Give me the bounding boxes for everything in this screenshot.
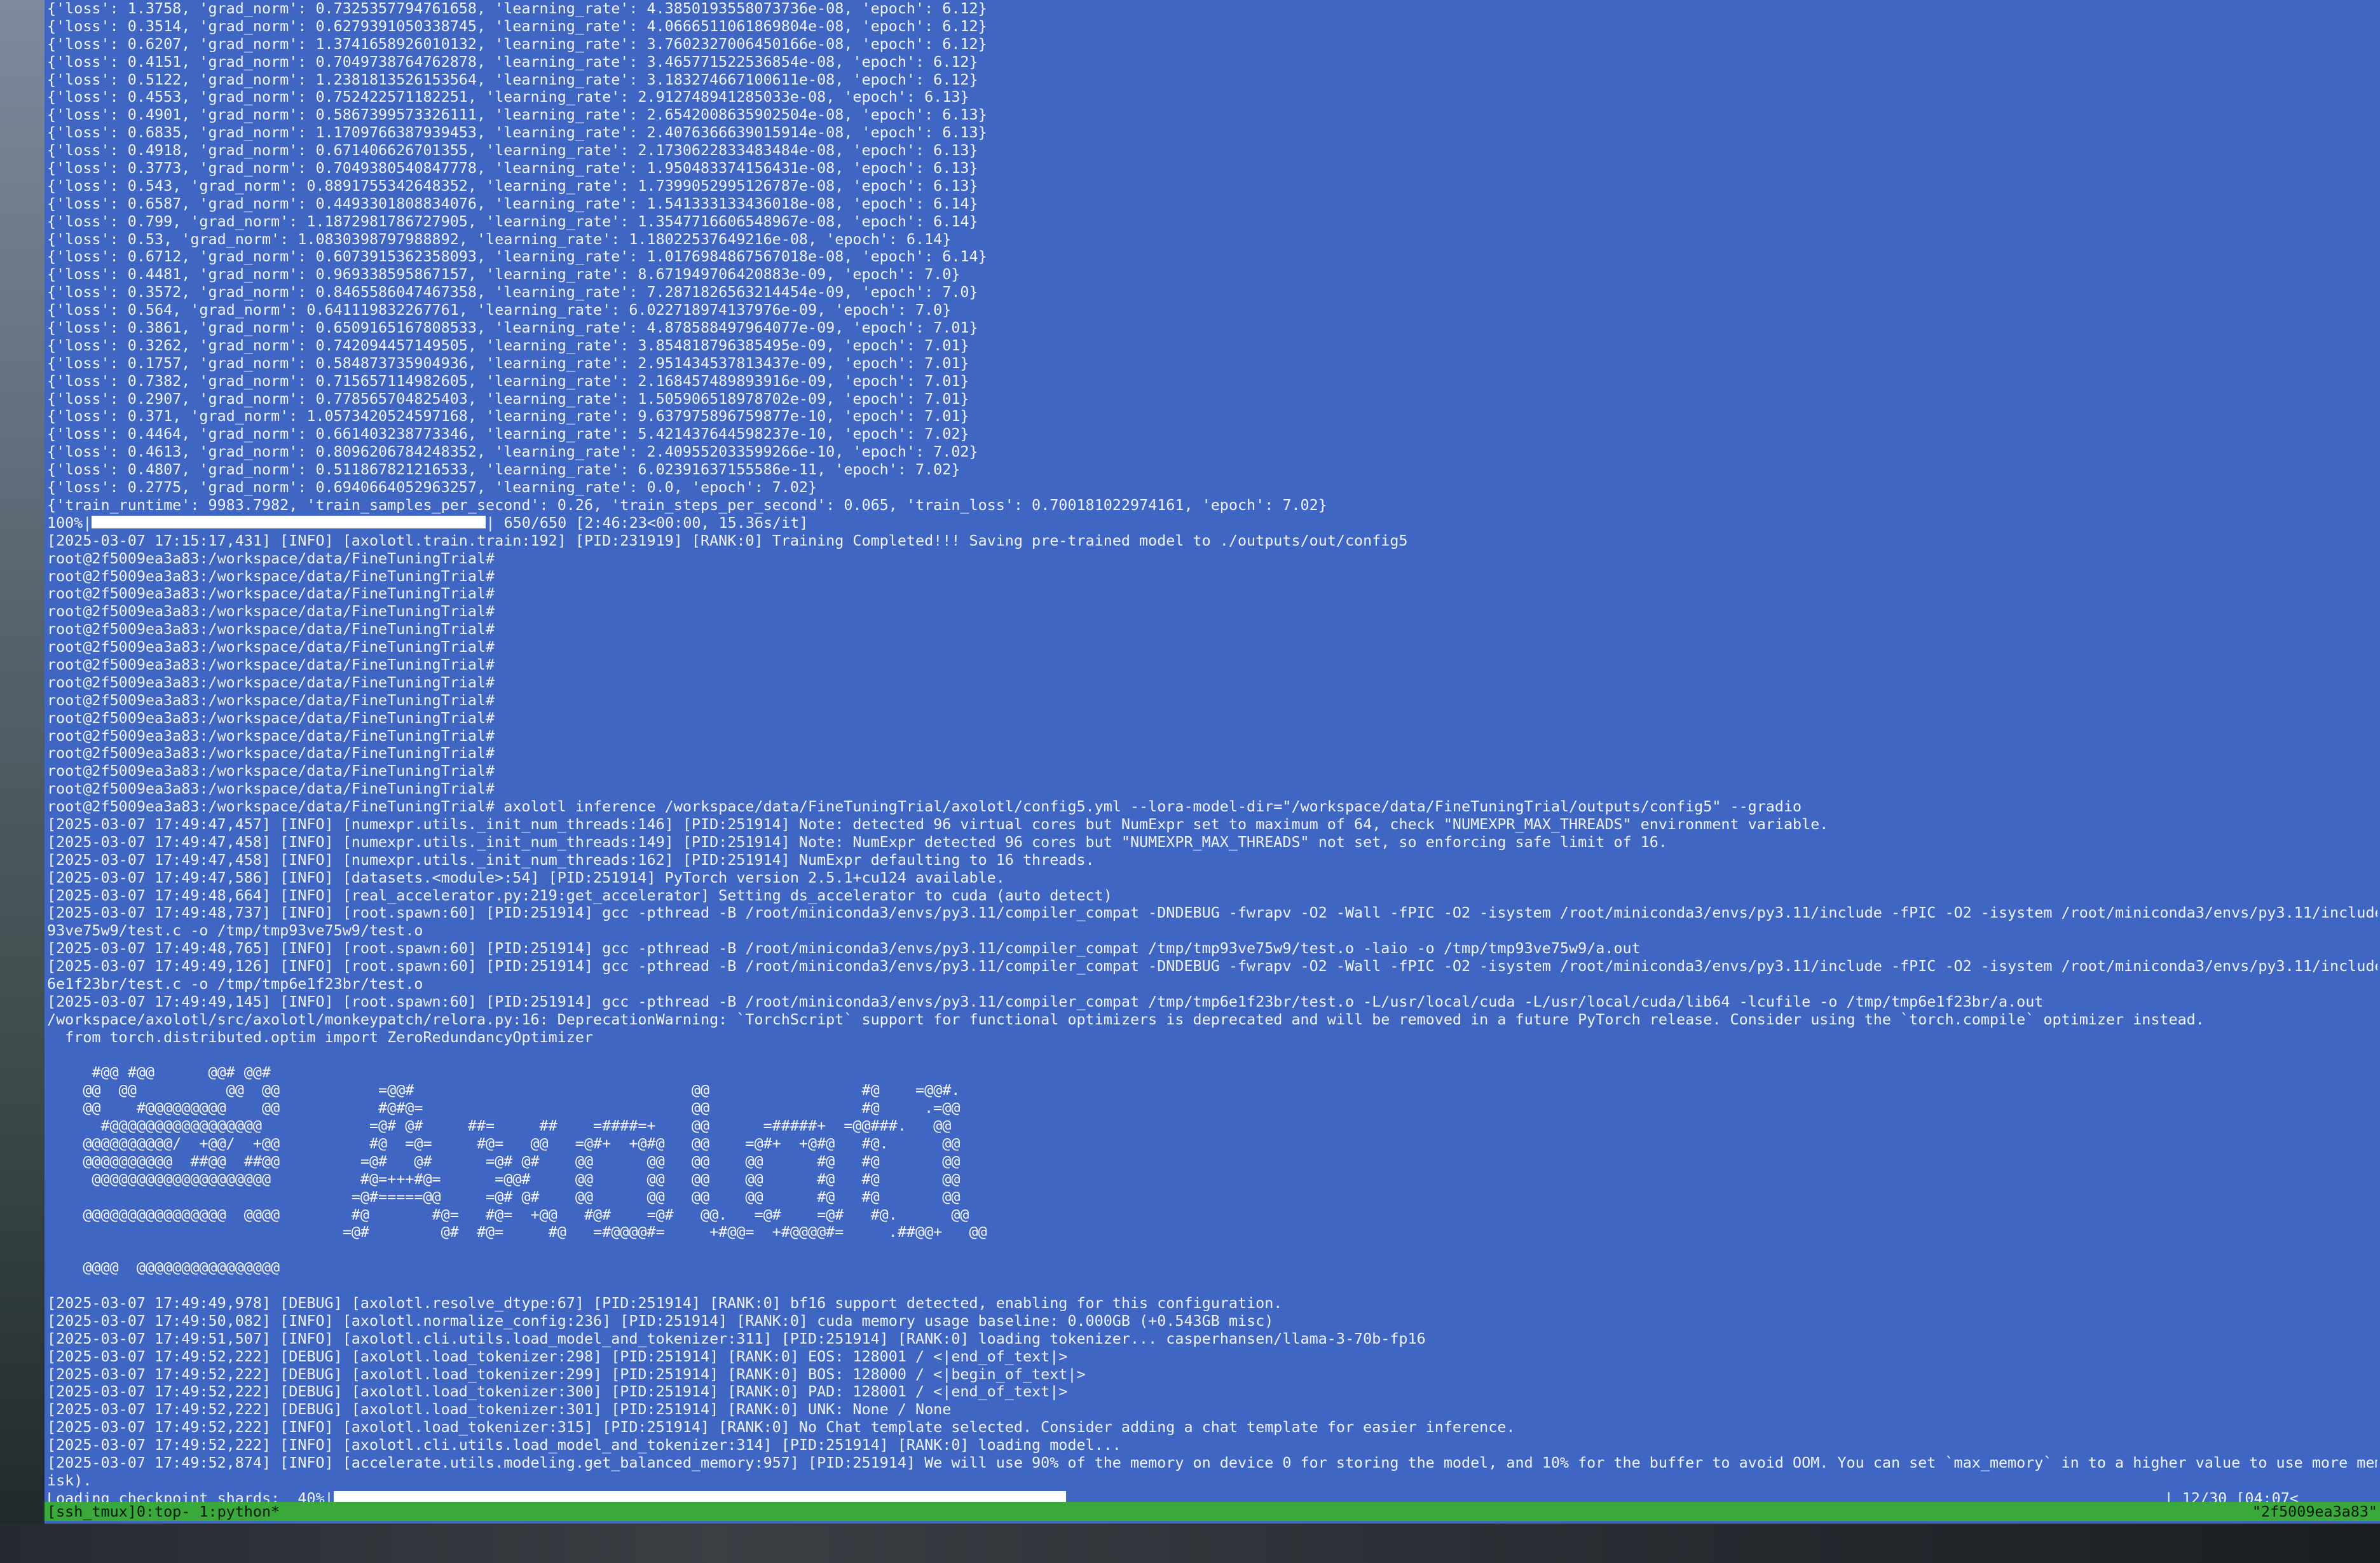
terminal-line: root@2f5009ea3a83:/workspace/data/FineTu… <box>47 673 495 691</box>
terminal-line: {'loss': 0.4613, 'grad_norm': 0.80962067… <box>47 443 978 461</box>
terminal-line: [2025-03-07 17:49:49,126] [INFO] [root.s… <box>47 958 2377 975</box>
terminal-line: root@2f5009ea3a83:/workspace/data/FineTu… <box>47 549 495 567</box>
terminal-line: {'loss': 0.2907, 'grad_norm': 0.77856570… <box>47 390 969 408</box>
desktop-background-bottom <box>0 1524 2380 1563</box>
terminal-line: root@2f5009ea3a83:/workspace/data/FineTu… <box>47 691 495 709</box>
terminal-line: 6e1f23br/test.c -o /tmp/tmp6e1f23br/test… <box>47 975 423 993</box>
terminal-line: root@2f5009ea3a83:/workspace/data/FineTu… <box>47 638 495 656</box>
training-progress-suffix: | 650/650 [2:46:23<00:00, 15.36s/it] <box>486 514 809 532</box>
terminal-line: [2025-03-07 17:49:52,874] [INFO] [accele… <box>47 1454 2377 1472</box>
terminal-line: root@2f5009ea3a83:/workspace/data/FineTu… <box>47 780 495 798</box>
training-progress-bar <box>92 516 486 529</box>
terminal-line: @@ @@ @@ @@ =@@# @@ #@ =@@#. <box>47 1082 961 1099</box>
terminal-line: [2025-03-07 17:49:52,222] [DEBUG] [axolo… <box>47 1347 1068 1365</box>
terminal-line: {'loss': 0.3572, 'grad_norm': 0.84655860… <box>47 284 978 301</box>
terminal-line: {'loss': 0.5122, 'grad_norm': 1.23818135… <box>47 71 978 88</box>
terminal-line: {'loss': 0.799, 'grad_norm': 1.187298178… <box>47 212 978 230</box>
terminal-line: {'loss': 1.3758, 'grad_norm': 0.73253577… <box>47 0 987 17</box>
terminal-line: {'loss': 0.4481, 'grad_norm': 0.96933859… <box>47 266 961 284</box>
terminal-line: isk). <box>47 1471 92 1489</box>
terminal-line: [2025-03-07 17:49:52,222] [INFO] [axolot… <box>47 1436 1121 1454</box>
terminal-line: @@@@@@@@@@@@@@@@ @@@@ #@ #@= #@= +@@ #@#… <box>47 1206 969 1223</box>
terminal-line: #@@@@@@@@@@@@@@@@@ =@# @# ##= ## =####=+… <box>47 1117 952 1135</box>
training-progress-prefix: 100%| <box>47 514 92 532</box>
terminal-line: [2025-03-07 17:49:50,082] [INFO] [axolot… <box>47 1312 1274 1330</box>
desktop-background <box>0 0 44 1563</box>
terminal-line: @@@@@@@@@@@@@@@@@@@@ #@=+++#@= =@@# @@ @… <box>47 1170 961 1188</box>
checkpoint-loading-progress-suffix: | 12/30 [04:07< <box>2164 1489 2299 1503</box>
terminal-line: [2025-03-07 17:49:47,458] [INFO] [numexp… <box>47 833 1667 851</box>
terminal-line: @@@@@@@@@@/ +@@/ +@@ #@ =@= #@= @@ =@#+ … <box>47 1135 961 1152</box>
terminal-line: @@@@ @@@@@@@@@@@@@@@@ <box>47 1259 280 1277</box>
terminal-line: {'loss': 0.4918, 'grad_norm': 0.67140662… <box>47 142 978 160</box>
terminal-line: [2025-03-07 17:49:48,664] [INFO] [real_a… <box>47 886 1112 904</box>
terminal-line: {'loss': 0.4901, 'grad_norm': 0.58673995… <box>47 106 987 124</box>
terminal-line: root@2f5009ea3a83:/workspace/data/FineTu… <box>47 603 495 621</box>
terminal-line: root@2f5009ea3a83:/workspace/data/FineTu… <box>47 656 495 673</box>
terminal-line: {'loss': 0.6835, 'grad_norm': 1.17097663… <box>47 124 987 142</box>
terminal-line: [2025-03-07 17:49:48,765] [INFO] [root.s… <box>47 940 1641 958</box>
checkpoint-loading-progress-prefix: Loading checkpoint shards: 40%| <box>47 1489 334 1503</box>
terminal-line: {'loss': 0.371, 'grad_norm': 1.057342052… <box>47 408 969 425</box>
terminal-line: {'train_runtime': 9983.7982, 'train_samp… <box>47 496 1327 514</box>
terminal-line: =@#=====@@ =@# @# @@ @@ @@ @@ #@ #@ @@ <box>47 1188 961 1206</box>
terminal-line: {'loss': 0.7382, 'grad_norm': 0.71565711… <box>47 372 969 390</box>
terminal-line: [2025-03-07 17:49:52,222] [DEBUG] [axolo… <box>47 1401 952 1419</box>
terminal-line: {'loss': 0.564, 'grad_norm': 0.641119832… <box>47 301 952 319</box>
terminal-line: root@2f5009ea3a83:/workspace/data/FineTu… <box>47 762 495 780</box>
terminal-window[interactable]: {'loss': 1.3758, 'grad_norm': 0.73253577… <box>44 0 2380 1524</box>
terminal-line: {'loss': 0.6712, 'grad_norm': 0.60739153… <box>47 248 987 266</box>
terminal-line: {'loss': 0.4807, 'grad_norm': 0.51186782… <box>47 461 961 479</box>
terminal-line: =@# @# #@= #@ =#@@@@#= +#@@= +#@@@@#= .#… <box>47 1223 987 1241</box>
terminal-line: [2025-03-07 17:49:52,222] [INFO] [axolot… <box>47 1419 1515 1436</box>
terminal-line: {'loss': 0.2775, 'grad_norm': 0.69406640… <box>47 479 817 497</box>
terminal-line: [2025-03-07 17:49:49,978] [DEBUG] [axolo… <box>47 1295 1283 1312</box>
terminal-output[interactable]: {'loss': 1.3758, 'grad_norm': 0.73253577… <box>47 0 2377 1503</box>
terminal-line: {'loss': 0.1757, 'grad_norm': 0.58487373… <box>47 354 969 372</box>
terminal-line: [2025-03-07 17:49:51,507] [INFO] [axolot… <box>47 1330 1426 1347</box>
terminal-line: root@2f5009ea3a83:/workspace/data/FineTu… <box>47 621 495 638</box>
training-progress: 100%| | 650/650 [2:46:23<00:00, 15.36s/it… <box>47 514 2377 532</box>
terminal-line: [2025-03-07 17:49:48,737] [INFO] [root.s… <box>47 904 2377 922</box>
terminal-line: [2025-03-07 17:49:47,586] [INFO] [datase… <box>47 869 1005 886</box>
terminal-line: @@@@@@@@@@ ##@@ ##@@ =@# @# =@# @# @@ @@… <box>47 1152 961 1170</box>
terminal-line: {'loss': 0.3514, 'grad_norm': 0.62793910… <box>47 17 987 35</box>
terminal-line: root@2f5009ea3a83:/workspace/data/FineTu… <box>47 798 1802 816</box>
terminal-line: [2025-03-07 17:49:47,458] [INFO] [numexp… <box>47 851 1095 869</box>
terminal-line: root@2f5009ea3a83:/workspace/data/FineTu… <box>47 567 495 585</box>
terminal-line: @@ #@@@@@@@@@ @@ #@#@= @@ #@ .=@@ <box>47 1099 961 1117</box>
terminal-line: {'loss': 0.6587, 'grad_norm': 0.44933018… <box>47 195 978 212</box>
terminal-line: {'loss': 0.4151, 'grad_norm': 0.70497387… <box>47 53 978 71</box>
terminal-line: {'loss': 0.6207, 'grad_norm': 1.37416589… <box>47 35 987 53</box>
terminal-line: root@2f5009ea3a83:/workspace/data/FineTu… <box>47 745 495 762</box>
terminal-line: {'loss': 0.3861, 'grad_norm': 0.65091651… <box>47 319 978 337</box>
terminal-line: #@@ #@@ @@# @@# <box>47 1064 271 1082</box>
terminal-line: root@2f5009ea3a83:/workspace/data/FineTu… <box>47 727 495 745</box>
terminal-line: {'loss': 0.4464, 'grad_norm': 0.66140323… <box>47 425 969 443</box>
terminal-line: root@2f5009ea3a83:/workspace/data/FineTu… <box>47 709 495 727</box>
tmux-window-list[interactable]: [ssh_tmux]0:top- 1:python* <box>47 1502 280 1521</box>
terminal-line: [2025-03-07 17:15:17,431] [INFO] [axolot… <box>47 532 1408 549</box>
terminal-line: root@2f5009ea3a83:/workspace/data/FineTu… <box>47 585 495 603</box>
terminal-line: {'loss': 0.4553, 'grad_norm': 0.75242257… <box>47 88 969 106</box>
terminal-line: 93ve75w9/test.c -o /tmp/tmp93ve75w9/test… <box>47 922 423 940</box>
terminal-line: [2025-03-07 17:49:47,457] [INFO] [numexp… <box>47 815 1829 833</box>
tmux-host-name: "2f5009ea3a83" <box>2252 1503 2377 1520</box>
terminal-line: /workspace/axolotl/src/axolotl/monkeypat… <box>47 1010 2205 1028</box>
terminal-line: {'loss': 0.3262, 'grad_norm': 0.74209445… <box>47 336 969 354</box>
terminal-line: [2025-03-07 17:49:52,222] [DEBUG] [axolo… <box>47 1365 1086 1383</box>
terminal-line: {'loss': 0.543, 'grad_norm': 0.889175534… <box>47 177 978 195</box>
terminal-line: [2025-03-07 17:49:52,222] [DEBUG] [axolo… <box>47 1383 1068 1401</box>
checkpoint-loading-progress: Loading checkpoint shards: 40%| | 12/30 [… <box>47 1490 2377 1503</box>
terminal-line: {'loss': 0.53, 'grad_norm': 1.0830398797… <box>47 230 952 248</box>
terminal-line: {'loss': 0.3773, 'grad_norm': 0.70493805… <box>47 160 978 177</box>
tmux-status-bar: [ssh_tmux]0:top- 1:python* "2f5009ea3a83… <box>44 1502 2380 1521</box>
terminal-line: [2025-03-07 17:49:49,145] [INFO] [root.s… <box>47 993 2044 1010</box>
terminal-line: from torch.distributed.optim import Zero… <box>47 1028 594 1046</box>
